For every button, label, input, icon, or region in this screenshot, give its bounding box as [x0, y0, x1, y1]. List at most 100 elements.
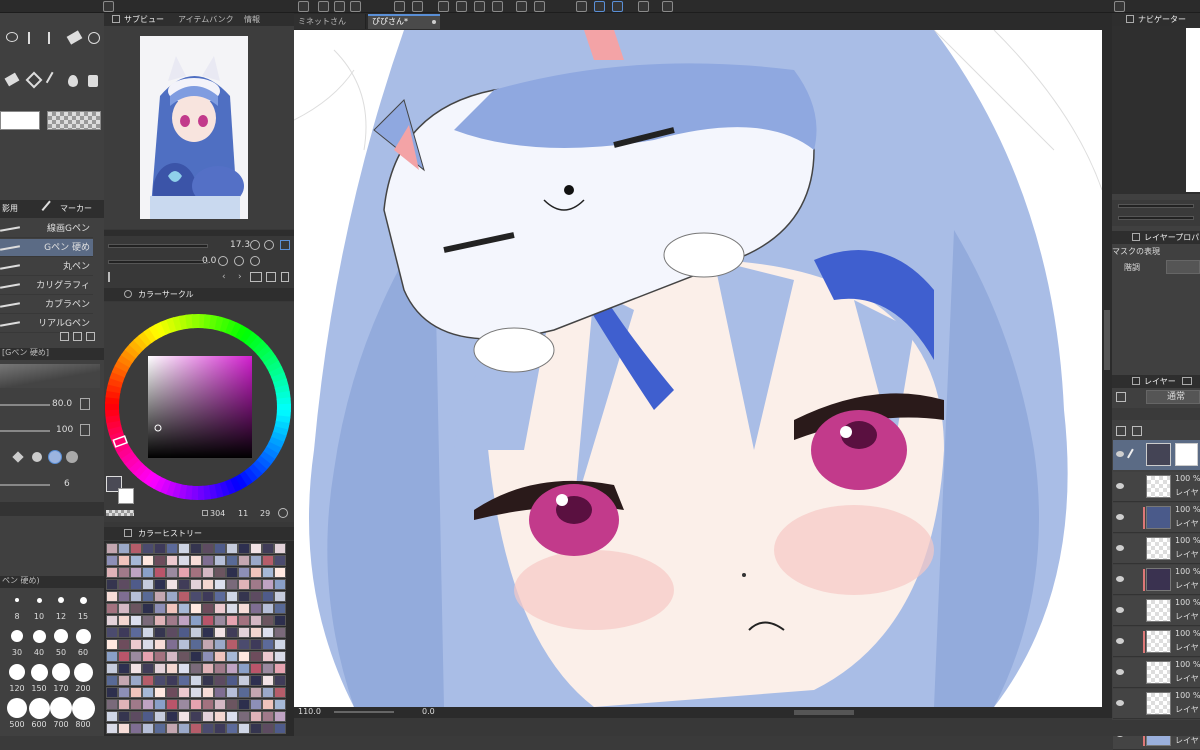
history-swatch[interactable]: [118, 591, 130, 602]
history-swatch[interactable]: [154, 663, 166, 674]
history-swatch[interactable]: [250, 591, 262, 602]
history-swatch[interactable]: [130, 675, 142, 686]
save-icon[interactable]: [350, 1, 361, 12]
history-swatch[interactable]: [262, 627, 274, 638]
history-swatch[interactable]: [106, 675, 118, 686]
history-swatch[interactable]: [166, 723, 178, 734]
history-swatch[interactable]: [274, 639, 286, 650]
history-swatch[interactable]: [166, 603, 178, 614]
history-swatch[interactable]: [106, 603, 118, 614]
brush-size-dot[interactable]: [71, 696, 95, 720]
history-swatch[interactable]: [226, 663, 238, 674]
brush-size-dot[interactable]: [11, 630, 23, 642]
history-swatch[interactable]: [166, 639, 178, 650]
history-swatch[interactable]: [106, 651, 118, 662]
history-swatch[interactable]: [142, 543, 154, 554]
history-swatch[interactable]: [130, 663, 142, 674]
history-swatch[interactable]: [130, 627, 142, 638]
history-swatch[interactable]: [250, 723, 262, 734]
rotate-right-icon[interactable]: [234, 256, 244, 266]
history-swatch[interactable]: [178, 615, 190, 626]
next-icon[interactable]: ›: [238, 272, 242, 282]
menu-icon[interactable]: [112, 15, 120, 23]
history-swatch[interactable]: [166, 615, 178, 626]
history-swatch[interactable]: [262, 615, 274, 626]
history-swatch[interactable]: [274, 651, 286, 662]
layer-row[interactable]: 100 % レイヤ: [1113, 534, 1200, 564]
history-swatch[interactable]: [214, 699, 226, 710]
app-icon[interactable]: [298, 1, 309, 12]
history-swatch[interactable]: [190, 543, 202, 554]
history-swatch[interactable]: [202, 603, 214, 614]
history-swatch[interactable]: [154, 711, 166, 722]
tip-blur-icon[interactable]: [66, 451, 78, 463]
history-swatch[interactable]: [166, 543, 178, 554]
history-swatch[interactable]: [274, 579, 286, 590]
fill-icon[interactable]: [456, 1, 467, 12]
history-swatch[interactable]: [178, 591, 190, 602]
history-swatch[interactable]: [106, 579, 118, 590]
tab-shadow[interactable]: 影用: [2, 202, 18, 216]
tip-soft-icon[interactable]: [48, 450, 62, 464]
tab-document-1[interactable]: ミネットさん: [294, 14, 366, 29]
history-swatch[interactable]: [130, 555, 142, 566]
history-swatch[interactable]: [118, 675, 130, 686]
brush-size-dot[interactable]: [79, 596, 87, 604]
history-swatch[interactable]: [166, 579, 178, 590]
history-swatch[interactable]: [106, 723, 118, 734]
stabilization-value[interactable]: 6: [64, 479, 70, 489]
history-swatch[interactable]: [118, 663, 130, 674]
angle-readout[interactable]: 0.0: [422, 707, 435, 716]
history-swatch[interactable]: [190, 651, 202, 662]
history-swatch[interactable]: [178, 555, 190, 566]
history-swatch[interactable]: [190, 591, 202, 602]
history-swatch[interactable]: [106, 543, 118, 554]
history-swatch[interactable]: [262, 591, 274, 602]
history-swatch[interactable]: [106, 591, 118, 602]
tab-item-bank[interactable]: アイテムバンク: [178, 13, 234, 26]
history-swatch[interactable]: [154, 699, 166, 710]
history-swatch[interactable]: [142, 675, 154, 686]
history-swatch[interactable]: [178, 579, 190, 590]
history-swatch[interactable]: [274, 711, 286, 722]
tab-marker[interactable]: マーカー: [60, 202, 92, 216]
history-swatch[interactable]: [142, 639, 154, 650]
history-swatch[interactable]: [154, 603, 166, 614]
history-swatch[interactable]: [130, 639, 142, 650]
main-color-swatch[interactable]: [0, 111, 40, 130]
history-swatch[interactable]: [178, 675, 190, 686]
brush-size-slider[interactable]: [0, 404, 50, 406]
rotate-slider[interactable]: [108, 260, 208, 264]
history-swatch[interactable]: [190, 567, 202, 578]
menu-icon[interactable]: [1114, 1, 1125, 12]
stepper-icon[interactable]: [80, 398, 90, 410]
add-icon[interactable]: [60, 332, 69, 341]
history-swatch[interactable]: [142, 723, 154, 734]
history-swatch[interactable]: [238, 603, 250, 614]
history-swatch[interactable]: [154, 543, 166, 554]
history-swatch[interactable]: [214, 591, 226, 602]
invert-selection-icon[interactable]: [534, 1, 545, 12]
history-swatch[interactable]: [154, 567, 166, 578]
history-swatch[interactable]: [106, 711, 118, 722]
history-swatch[interactable]: [178, 567, 190, 578]
history-swatch[interactable]: [214, 579, 226, 590]
history-swatch[interactable]: [274, 663, 286, 674]
eye-icon[interactable]: [1116, 514, 1124, 520]
history-swatch[interactable]: [130, 651, 142, 662]
history-swatch[interactable]: [214, 567, 226, 578]
history-swatch[interactable]: [190, 579, 202, 590]
history-swatch[interactable]: [154, 591, 166, 602]
eye-icon[interactable]: [1116, 700, 1124, 706]
history-swatch[interactable]: [238, 591, 250, 602]
history-swatch[interactable]: [118, 555, 130, 566]
history-swatch[interactable]: [226, 543, 238, 554]
layer-row[interactable]: 100 % レイヤ: [1113, 627, 1200, 657]
history-swatch[interactable]: [274, 723, 286, 734]
history-swatch[interactable]: [262, 543, 274, 554]
checkbox-icon[interactable]: [576, 1, 587, 12]
pen-icon[interactable]: [45, 71, 63, 89]
redo-icon[interactable]: [412, 1, 423, 12]
tone-dropdown[interactable]: [1166, 260, 1200, 274]
history-swatch[interactable]: [142, 615, 154, 626]
